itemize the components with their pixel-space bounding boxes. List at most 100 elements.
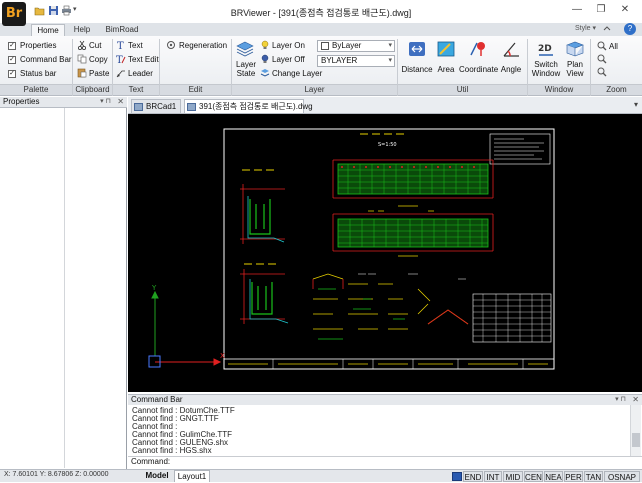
layer-on-label: Layer On bbox=[272, 41, 305, 50]
notes-text bbox=[494, 138, 544, 160]
leader-label: Leader bbox=[128, 69, 153, 78]
osnap-button[interactable]: OSNAP bbox=[604, 471, 640, 482]
text-edit-icon: T bbox=[116, 55, 126, 64]
color-combo[interactable]: ByLayer ▾ bbox=[317, 40, 395, 52]
snap-per-button[interactable]: PER bbox=[564, 471, 583, 482]
zoom-window-button[interactable] bbox=[597, 54, 607, 66]
app-logo[interactable]: Br bbox=[2, 2, 26, 26]
zoom-previous-button[interactable] bbox=[597, 67, 607, 79]
properties-label: Properties bbox=[20, 41, 57, 50]
zoom-window-icon bbox=[597, 54, 607, 64]
tab-layout1[interactable]: Layout1 bbox=[174, 470, 210, 482]
leader-icon bbox=[116, 70, 125, 78]
minimize-ribbon-icon[interactable] bbox=[602, 24, 612, 34]
tab-dwg-file[interactable]: 391(종점측 점검통로 배근도).dwg bbox=[184, 99, 313, 113]
clipboard-group-label: Clipboard bbox=[73, 84, 112, 95]
style-menu[interactable]: Style ▾ bbox=[575, 24, 596, 32]
area-button[interactable]: Area bbox=[434, 40, 458, 80]
close-icon[interactable]: ✕ bbox=[117, 97, 124, 107]
tab-list-icon[interactable]: ▾ bbox=[634, 100, 638, 109]
text-label: Text bbox=[128, 41, 143, 50]
copy-icon bbox=[77, 54, 87, 64]
tab-brcad1[interactable]: BRCad1 bbox=[131, 99, 181, 113]
distance-label: Distance bbox=[401, 65, 433, 74]
angle-button[interactable]: Angle bbox=[498, 40, 524, 80]
close-icon[interactable]: ✕ bbox=[632, 395, 639, 405]
command-bar-label: Command Bar bbox=[20, 55, 72, 64]
coordinate-button[interactable]: Coordinate bbox=[459, 40, 498, 80]
close-icon[interactable]: ✕ bbox=[618, 3, 632, 17]
drawing-svg: S=1:50 Y X bbox=[148, 128, 555, 370]
snap-cen-button[interactable]: CEN bbox=[524, 471, 543, 482]
section-detail-top-outline bbox=[247, 196, 285, 243]
coordinate-icon bbox=[470, 42, 485, 56]
clipboard-icon bbox=[77, 68, 87, 78]
snap-int-button[interactable]: INT bbox=[484, 471, 502, 482]
notes-box bbox=[489, 133, 551, 165]
distance-button[interactable]: Distance bbox=[401, 40, 433, 80]
help-icon[interactable]: ? bbox=[624, 23, 636, 35]
status-bar-label: Status bar bbox=[20, 69, 57, 78]
style-label: Style bbox=[574, 25, 591, 32]
area-icon bbox=[437, 41, 455, 57]
quantity-table-grid bbox=[473, 294, 551, 342]
bulb-off-icon bbox=[261, 54, 269, 63]
layer-combo-value: BYLAYER bbox=[321, 56, 358, 65]
pin-icon[interactable]: ▾ ⊓ bbox=[100, 97, 111, 107]
zoom-previous-icon bbox=[597, 67, 607, 77]
drawing-canvas[interactable]: S=1:50 Y X bbox=[128, 114, 642, 392]
layer-combo[interactable]: BYLAYER ▾ bbox=[317, 55, 395, 67]
snap-grid-icon[interactable] bbox=[452, 472, 462, 481]
scrollbar-thumb[interactable] bbox=[632, 433, 640, 447]
svg-text:T: T bbox=[117, 41, 124, 50]
command-bar-title: Command Bar bbox=[131, 395, 183, 404]
edit-group-label: Edit bbox=[160, 84, 231, 95]
pin-icon[interactable]: ▾ ⊓ bbox=[615, 395, 626, 405]
save-icon[interactable] bbox=[48, 5, 59, 16]
snap-mid-button[interactable]: MID bbox=[503, 471, 523, 482]
bulb-on-icon bbox=[261, 40, 269, 49]
ucs-x-axis bbox=[155, 358, 222, 366]
tab-model[interactable]: Model bbox=[143, 470, 171, 482]
command-bar-header: Command Bar ▾ ⊓ ✕ bbox=[128, 394, 642, 405]
dropdown-icon[interactable]: ▾ bbox=[73, 5, 84, 16]
chevron-down-icon: ▾ bbox=[388, 42, 392, 49]
layer-stack-icon bbox=[236, 41, 254, 57]
properties-checkbox[interactable]: ✓ bbox=[8, 42, 16, 50]
ucs-y-axis bbox=[151, 290, 159, 356]
window-title: BRViewer - [391(종점측 접검통로 배근도).dwg] bbox=[230, 8, 412, 18]
tab-help[interactable]: Help bbox=[68, 24, 96, 36]
text-edit-label: Text Edit bbox=[128, 55, 159, 64]
tab-bimroad[interactable]: BimRoad bbox=[101, 24, 143, 36]
ribbon: ✓ Properties ✓ Command Bar ✓ Status bar … bbox=[0, 36, 642, 96]
command-bar-checkbox[interactable]: ✓ bbox=[8, 56, 16, 64]
command-input[interactable]: Command: bbox=[128, 456, 642, 467]
layer-state-button[interactable]: Layer State bbox=[234, 40, 256, 84]
section-detail-bottom bbox=[251, 282, 273, 315]
snap-end-button[interactable]: END bbox=[463, 471, 483, 482]
zoom-all-icon bbox=[597, 41, 607, 51]
switch-window-button[interactable]: 2D Switch Window bbox=[531, 40, 561, 84]
print-icon[interactable] bbox=[61, 5, 72, 16]
snap-tan-button[interactable]: TAN bbox=[584, 471, 603, 482]
status-bar-checkbox[interactable]: ✓ bbox=[8, 70, 16, 78]
command-scrollbar[interactable] bbox=[630, 405, 641, 456]
angle-icon bbox=[503, 42, 519, 57]
util-group-label: Util bbox=[398, 84, 527, 95]
section-detail-bottom-outline bbox=[249, 279, 289, 324]
restore-icon[interactable]: ❐ bbox=[594, 3, 608, 17]
zoom-all-label: All bbox=[609, 42, 618, 51]
schedule-labels bbox=[358, 273, 466, 280]
svg-text:2D: 2D bbox=[538, 44, 552, 54]
snap-nea-button[interactable]: NEA bbox=[544, 471, 563, 482]
tab-home[interactable]: Home bbox=[31, 24, 65, 36]
minimize-icon[interactable]: — bbox=[570, 3, 584, 17]
command-prompt: Command: bbox=[131, 457, 171, 466]
properties-title: Properties bbox=[3, 97, 40, 106]
paste-label: Paste bbox=[89, 69, 110, 78]
section-detail-top bbox=[249, 199, 271, 235]
properties-header: Properties ▾ ⊓ ✕ bbox=[0, 97, 127, 108]
plan-view-button[interactable]: Plan View bbox=[563, 40, 587, 84]
properties-column-divider bbox=[64, 108, 65, 468]
open-folder-icon[interactable] bbox=[34, 5, 45, 16]
